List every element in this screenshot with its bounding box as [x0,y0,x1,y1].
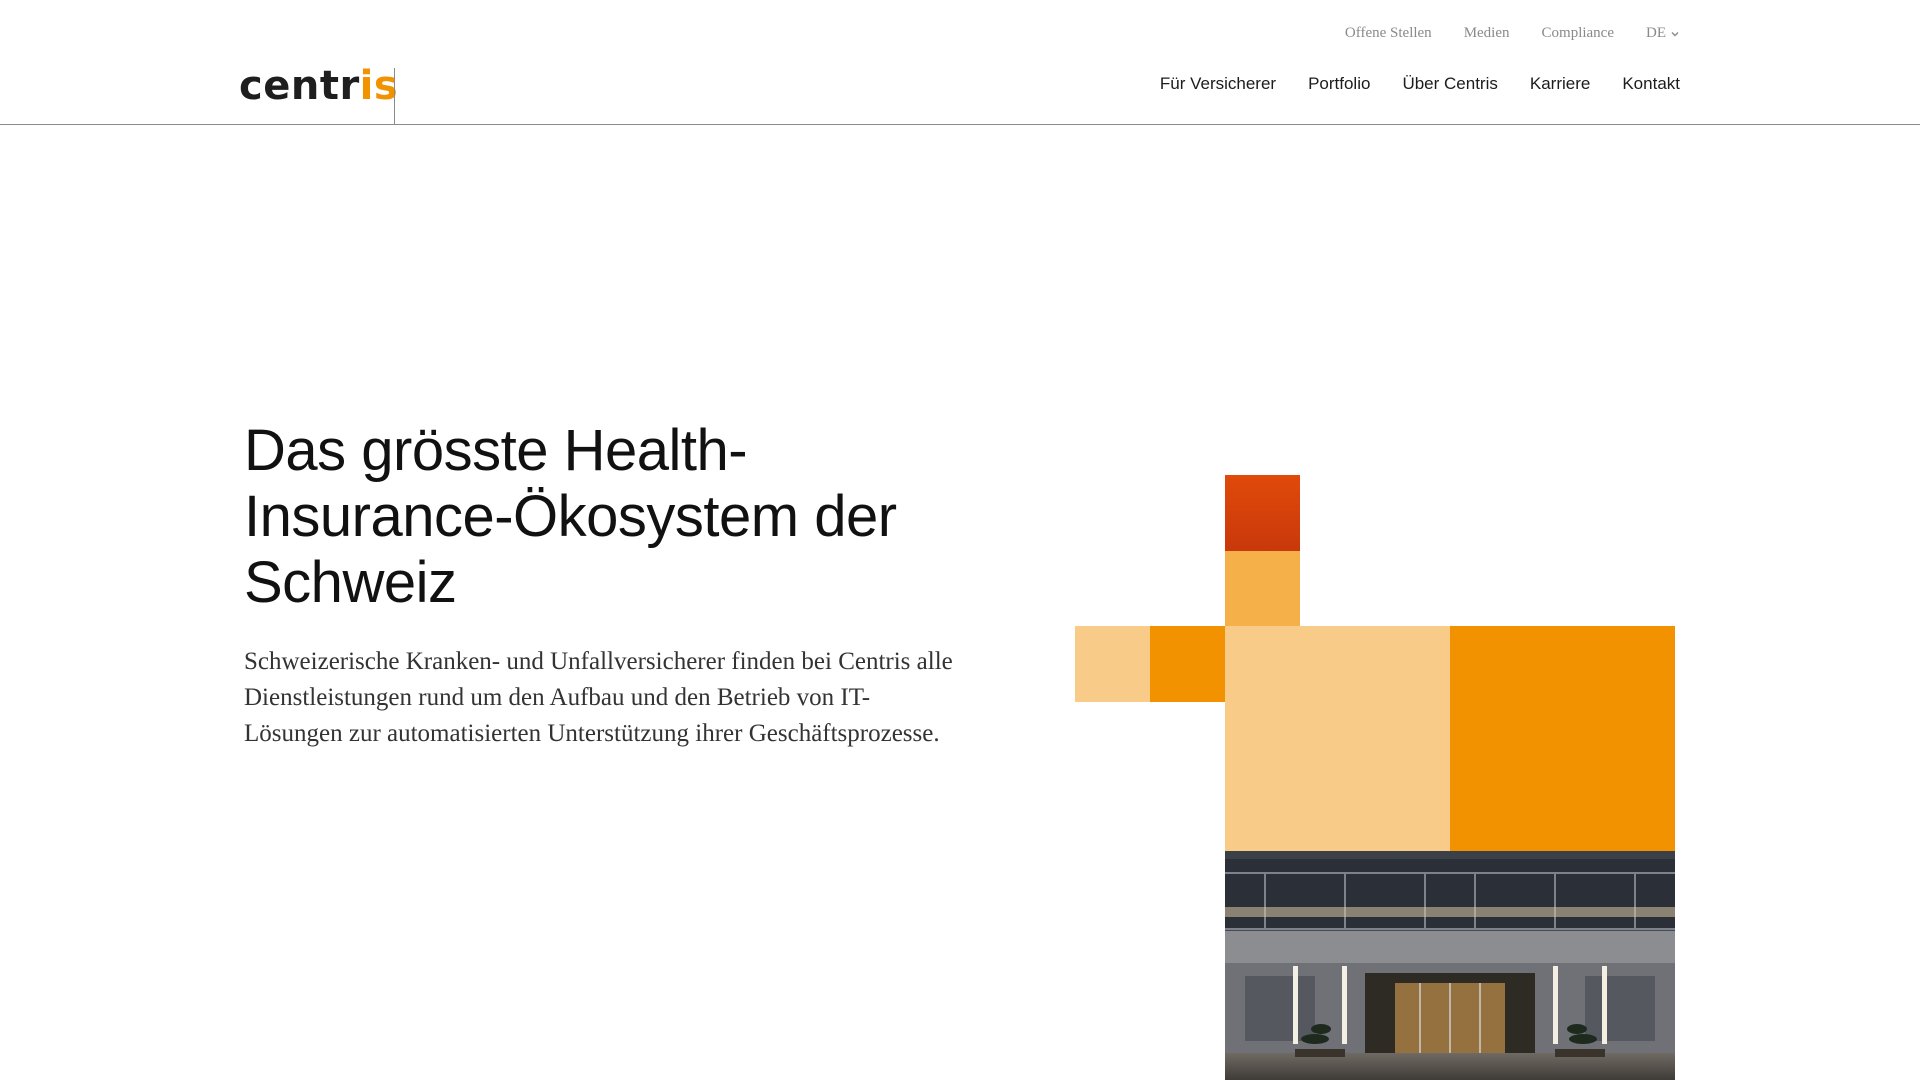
mosaic-tile-orange-large [1450,626,1675,851]
utility-link-compliance[interactable]: Compliance [1542,25,1614,42]
nav-link-kontakt[interactable]: Kontakt [1622,74,1680,94]
language-selector[interactable]: DE [1646,25,1680,42]
main-nav: Für Versicherer Portfolio Über Centris K… [1160,74,1680,94]
nav-link-portfolio[interactable]: Portfolio [1308,74,1370,94]
nav-link-karriere[interactable]: Karriere [1530,74,1590,94]
building-photo [1225,851,1675,1080]
chevron-down-icon [1671,31,1679,36]
nav-link-ueber-centris[interactable]: Über Centris [1402,74,1497,94]
mosaic-tile-light-large [1225,626,1450,851]
site-header: centris Offene Stellen Medien Compliance… [0,0,1920,125]
utility-link-medien[interactable]: Medien [1464,25,1510,42]
logo-prefix: centr [239,63,360,109]
mosaic-tile-light-left [1075,626,1150,702]
mosaic-tile-orange-small [1150,626,1225,702]
nav-link-fuer-versicherer[interactable]: Für Versicherer [1160,74,1276,94]
logo-divider [394,68,395,125]
hero-title: Das grösste Health-Insurance-Ökosystem d… [244,418,897,615]
hero-subtitle: Schweizerische Kranken- und Unfallversic… [244,648,953,747]
centris-logo[interactable]: centris [239,64,398,108]
mosaic-tile-red [1225,475,1300,551]
utility-nav: Offene Stellen Medien Compliance DE [1345,25,1680,42]
utility-link-offene-stellen[interactable]: Offene Stellen [1345,25,1432,42]
language-label: DE [1646,25,1666,41]
logo-accent: is [359,63,399,109]
mosaic-tile-mid-orange [1225,551,1300,626]
